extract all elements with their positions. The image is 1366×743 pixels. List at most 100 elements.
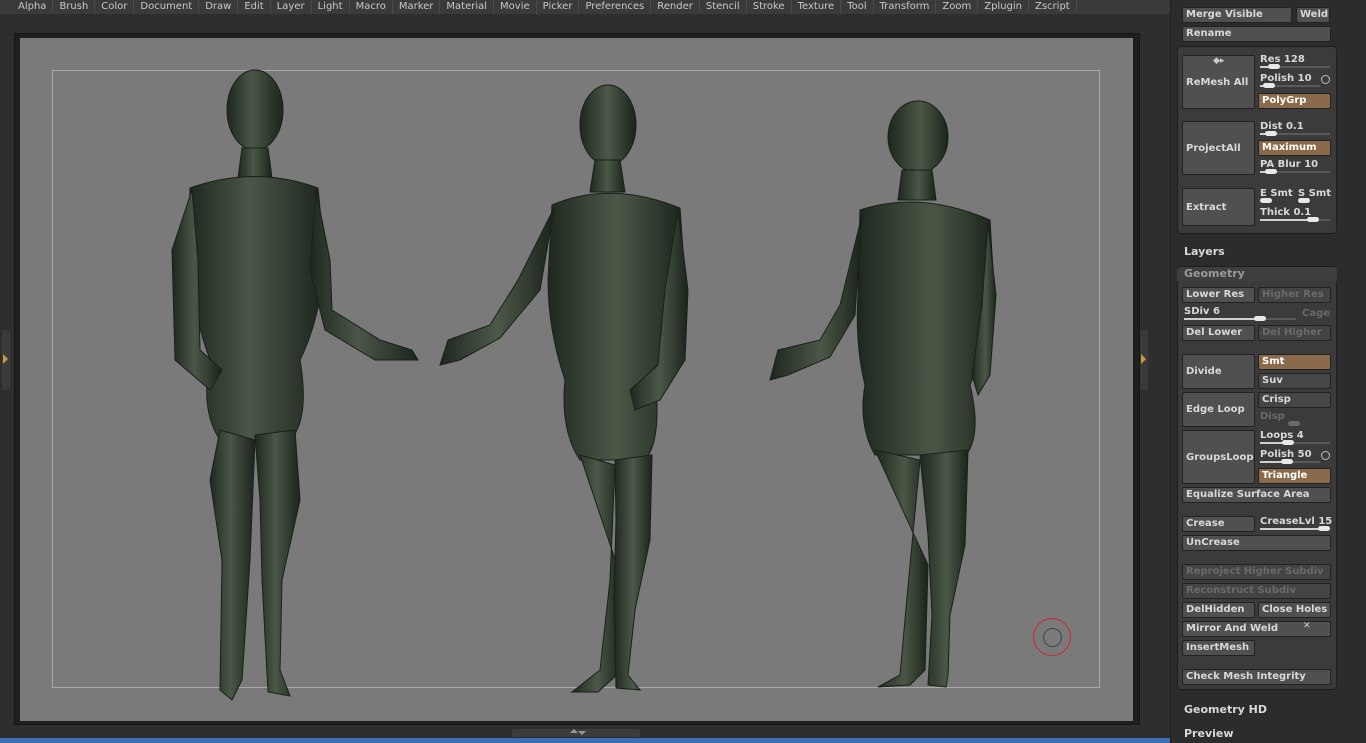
cage-button[interactable]: Cage <box>1298 306 1331 322</box>
lower-res-button[interactable]: Lower Res <box>1182 287 1255 303</box>
insert-mesh-button[interactable]: InsertMesh <box>1182 640 1255 656</box>
menu-preferences[interactable]: Preferences <box>579 0 652 14</box>
preview-header[interactable]: Preview <box>1184 727 1234 740</box>
polish2-knob[interactable] <box>1281 459 1293 464</box>
menu-marker[interactable]: Marker <box>393 0 441 14</box>
polish2-value: 50 <box>1297 449 1312 460</box>
sdiv-slider[interactable]: SDiv 6 <box>1184 306 1296 324</box>
e-smt-knob[interactable] <box>1260 198 1272 203</box>
polygrp-toggle[interactable]: PolyGrp <box>1258 93 1331 109</box>
reconstruct-subdiv-button[interactable]: Reconstruct Subdiv <box>1182 583 1331 599</box>
polish-circle-toggle[interactable] <box>1321 75 1330 84</box>
check-mesh-integrity-button[interactable]: Check Mesh Integrity <box>1182 669 1331 685</box>
loops-knob[interactable] <box>1282 440 1294 445</box>
res-knob[interactable] <box>1268 64 1280 69</box>
menu-layer[interactable]: Layer <box>271 0 312 14</box>
divide-button[interactable]: Divide <box>1182 354 1255 389</box>
menu-zscript[interactable]: Zscript <box>1029 0 1077 14</box>
s-smt-knob[interactable] <box>1298 198 1310 203</box>
del-hidden-button[interactable]: DelHidden <box>1182 602 1255 618</box>
extract-button[interactable]: Extract <box>1182 188 1255 226</box>
menu-tool[interactable]: Tool <box>841 0 874 14</box>
polish2-slider[interactable]: Polish 50 <box>1260 449 1320 467</box>
geometry-hd-header[interactable]: Geometry HD <box>1184 703 1267 716</box>
bottom-shelf-toggle[interactable] <box>512 729 640 737</box>
disp-knob[interactable] <box>1288 421 1300 426</box>
menu-transform[interactable]: Transform <box>874 0 937 14</box>
loops-slider[interactable]: Loops 4 <box>1260 430 1330 448</box>
crease-lvl-slider[interactable]: CreaseLvl 15 <box>1260 516 1332 534</box>
merge-visible-button[interactable]: Merge Visible <box>1182 7 1292 23</box>
disp-slider[interactable]: Disp <box>1260 411 1330 429</box>
menu-brush[interactable]: Brush <box>53 0 96 14</box>
sdiv-knob[interactable] <box>1254 316 1266 321</box>
right-shelf-toggle[interactable] <box>1140 330 1148 390</box>
menu-macro[interactable]: Macro <box>350 0 393 14</box>
rename-button[interactable]: Rename <box>1182 26 1331 42</box>
sdiv-label: SDiv 6 <box>1184 306 1220 317</box>
menu-document[interactable]: Document <box>134 0 200 14</box>
sdiv-fill <box>1184 318 1260 320</box>
crease-button[interactable]: Crease <box>1182 516 1255 532</box>
s-smt-slider[interactable]: S Smt <box>1298 188 1332 206</box>
uncrease-button[interactable]: UnCrease <box>1182 535 1331 551</box>
edge-loop-button[interactable]: Edge Loop <box>1182 392 1255 427</box>
extract-label: Extract <box>1186 201 1227 213</box>
taskbar-strip <box>0 738 1366 743</box>
menu-movie[interactable]: Movie <box>494 0 537 14</box>
groups-loops-button[interactable]: GroupsLoops <box>1182 430 1255 484</box>
dist-slider[interactable]: Dist 0.1 <box>1260 121 1330 139</box>
project-all-button[interactable]: ProjectAll <box>1182 121 1255 175</box>
reproject-higher-subdiv-button[interactable]: Reproject Higher Subdiv <box>1182 564 1331 580</box>
dist-knob[interactable] <box>1265 131 1277 136</box>
layers-header[interactable]: Layers <box>1184 245 1225 258</box>
dist-value: 0.1 <box>1285 121 1304 132</box>
menu-stroke[interactable]: Stroke <box>747 0 792 14</box>
menu-zplugin[interactable]: Zplugin <box>978 0 1029 14</box>
res-slider[interactable]: Res 128 <box>1260 54 1330 72</box>
tool-palette: Merge Visible Weld Rename ReMesh All ◆▸ … <box>1170 0 1366 743</box>
e-smt-slider[interactable]: E Smt <box>1260 188 1296 206</box>
groups-loops-label: GroupsLoops <box>1186 451 1255 463</box>
polish2-circle-toggle[interactable] <box>1321 451 1330 460</box>
menu-stencil[interactable]: Stencil <box>700 0 747 14</box>
sculpt-figure-front[interactable] <box>150 60 440 710</box>
suv-toggle[interactable]: Suv <box>1258 373 1331 389</box>
del-higher-button[interactable]: Del Higher <box>1258 325 1331 341</box>
remesh-arrows-icon: ◆▸ <box>1213 56 1225 66</box>
menu-color[interactable]: Color <box>95 0 135 14</box>
thick-label: Thick 0.1 <box>1260 207 1311 218</box>
higher-res-button[interactable]: Higher Res <box>1258 287 1331 303</box>
smt-toggle[interactable]: Smt <box>1258 354 1331 370</box>
close-holes-button[interactable]: Close Holes <box>1258 602 1331 618</box>
left-shelf-toggle[interactable] <box>2 330 10 390</box>
polish-knob[interactable] <box>1263 83 1275 88</box>
menu-material[interactable]: Material <box>440 0 495 14</box>
menu-zoom[interactable]: Zoom <box>936 0 979 14</box>
polish-slider[interactable]: Polish 10 <box>1260 73 1320 91</box>
pa-blur-slider[interactable]: PA Blur 10 <box>1260 159 1330 177</box>
maximum-toggle[interactable]: Maximum <box>1258 140 1331 156</box>
crisp-toggle[interactable]: Crisp <box>1258 392 1331 408</box>
thick-fill <box>1260 219 1313 221</box>
geometry-header[interactable]: Geometry <box>1177 267 1337 281</box>
equalize-surface-area-button[interactable]: Equalize Surface Area <box>1182 487 1331 503</box>
sculpt-figure-back[interactable] <box>760 95 1010 695</box>
thick-slider[interactable]: Thick 0.1 <box>1260 207 1330 225</box>
mirror-axis-icon[interactable]: ✕ <box>1303 621 1311 631</box>
triangle-toggle[interactable]: Triangle <box>1258 468 1331 484</box>
menu-render[interactable]: Render <box>651 0 700 14</box>
menu-texture[interactable]: Texture <box>792 0 842 14</box>
del-lower-button[interactable]: Del Lower <box>1182 325 1255 341</box>
menu-light[interactable]: Light <box>312 0 350 14</box>
polish-value: 10 <box>1297 73 1312 84</box>
thick-knob[interactable] <box>1307 217 1319 222</box>
crease-lvl-knob[interactable] <box>1318 526 1330 531</box>
menu-picker[interactable]: Picker <box>537 0 580 14</box>
pa-blur-knob[interactable] <box>1265 169 1277 174</box>
menu-draw[interactable]: Draw <box>199 0 239 14</box>
weld-toggle[interactable]: Weld <box>1296 7 1330 23</box>
menu-edit[interactable]: Edit <box>238 0 271 14</box>
sculpt-figure-three-quarter[interactable] <box>430 80 700 700</box>
menu-alpha[interactable]: Alpha <box>12 0 54 14</box>
